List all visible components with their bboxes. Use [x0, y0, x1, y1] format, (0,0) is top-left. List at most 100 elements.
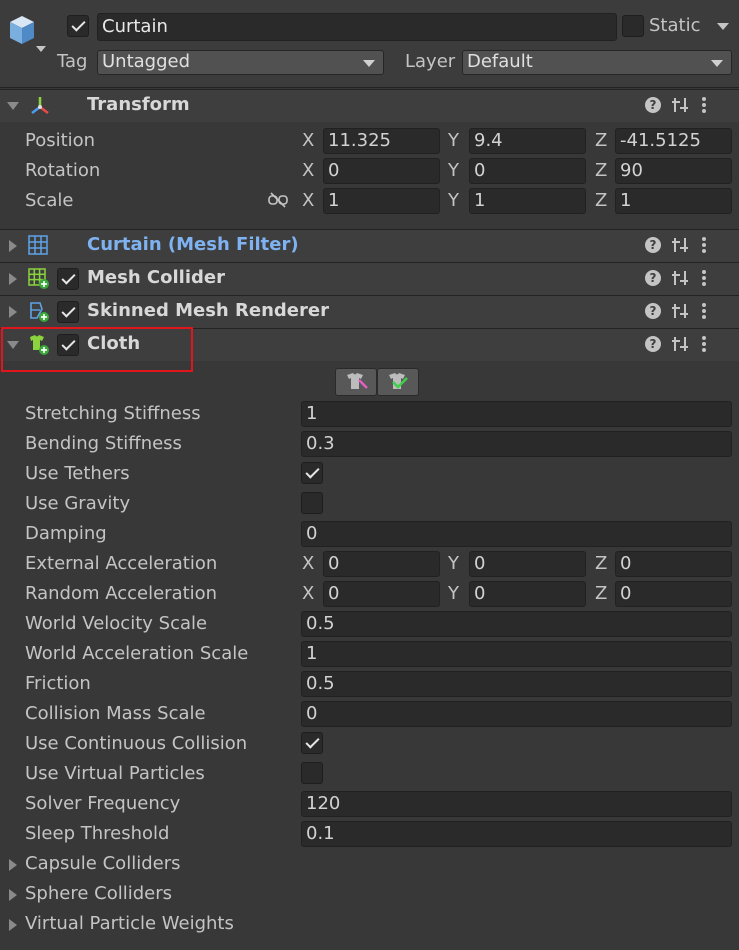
collision-mass-scale-field[interactable]: 0: [301, 701, 732, 727]
layer-dropdown[interactable]: Default: [462, 50, 732, 75]
kebab-menu-icon[interactable]: [701, 236, 707, 254]
transform-axes-icon: [31, 97, 49, 114]
mesh-filter-header[interactable]: Curtain (Mesh Filter) ?: [0, 229, 739, 262]
use-gravity-checkbox[interactable]: [301, 492, 323, 514]
solver-frequency-field[interactable]: 120: [301, 791, 732, 817]
help-icon[interactable]: ?: [645, 237, 661, 253]
gameobject-active-checkbox[interactable]: [67, 15, 89, 37]
foldout-arrow-icon[interactable]: [7, 102, 19, 110]
friction-field[interactable]: 0.5: [301, 671, 732, 697]
friction-label: Friction: [25, 673, 91, 694]
damping-label: Damping: [25, 523, 107, 544]
capsule-colliders-foldout[interactable]: Capsule Colliders: [0, 851, 400, 879]
rotation-y-field[interactable]: 0: [469, 158, 586, 184]
preset-icon[interactable]: [671, 335, 689, 353]
rotation-z-field[interactable]: 90: [615, 158, 732, 184]
use-tethers-checkbox[interactable]: [301, 462, 323, 484]
transform-header[interactable]: Transform ?: [0, 89, 739, 122]
preset-icon[interactable]: [671, 269, 689, 287]
capsule-colliders-label: Capsule Colliders: [25, 853, 181, 874]
scale-y-field[interactable]: 1: [469, 188, 586, 214]
gameobject-name-input[interactable]: Curtain: [97, 13, 617, 41]
chevron-down-icon: [363, 60, 375, 67]
transform-title: Transform: [87, 94, 190, 115]
world-acceleration-scale-field[interactable]: 1: [301, 641, 732, 667]
bending-stiffness-field[interactable]: 0.3: [301, 431, 732, 457]
external-acceleration-z-field[interactable]: 0: [615, 551, 732, 577]
mesh-collider-icon: [28, 268, 49, 289]
use-continuous-collision-checkbox[interactable]: [301, 732, 323, 754]
world-acceleration-scale-label: World Acceleration Scale: [25, 643, 249, 664]
kebab-menu-icon[interactable]: [701, 269, 707, 287]
help-icon[interactable]: ?: [645, 303, 661, 319]
skinned-mesh-renderer-header-icons: ?: [645, 302, 725, 322]
help-icon[interactable]: ?: [645, 97, 661, 113]
axis-x-label: X: [302, 160, 315, 181]
use-tethers-label: Use Tethers: [25, 463, 130, 484]
axis-y-label: Y: [448, 130, 459, 151]
kebab-menu-icon[interactable]: [701, 302, 707, 320]
use-virtual-particles-checkbox[interactable]: [301, 762, 323, 784]
scale-x-field[interactable]: 1: [323, 188, 440, 214]
mesh-collider-header[interactable]: Mesh Collider ?: [0, 262, 739, 295]
help-icon[interactable]: ?: [645, 336, 661, 352]
axis-y-label: Y: [448, 583, 459, 604]
skinned-mesh-renderer-header[interactable]: Skinned Mesh Renderer ?: [0, 295, 739, 328]
static-checkbox[interactable]: [622, 15, 644, 37]
cloth-header-icons: ?: [645, 335, 725, 355]
use-gravity-label: Use Gravity: [25, 493, 131, 514]
use-continuous-collision-label: Use Continuous Collision: [25, 733, 248, 754]
kebab-menu-icon[interactable]: [701, 96, 707, 114]
virtual-particle-weights-foldout[interactable]: Virtual Particle Weights: [0, 911, 400, 939]
scale-z-field[interactable]: 1: [615, 188, 732, 214]
mesh-filter-grid-icon: [28, 235, 48, 255]
sleep-threshold-field[interactable]: 0.1: [301, 821, 732, 847]
stretching-stiffness-field[interactable]: 1: [301, 401, 732, 427]
skinned-mesh-renderer-enabled-checkbox[interactable]: [57, 301, 79, 323]
paint-constraints-icon: [347, 373, 368, 389]
preset-icon[interactable]: [671, 236, 689, 254]
damping-field[interactable]: 0: [301, 521, 732, 547]
external-acceleration-x-field[interactable]: 0: [323, 551, 440, 577]
position-y-field[interactable]: 9.4: [469, 128, 586, 154]
position-z-field[interactable]: -41.5125: [615, 128, 732, 154]
foldout-arrow-icon[interactable]: [9, 273, 17, 285]
axis-z-label: Z: [595, 130, 608, 151]
preset-icon[interactable]: [671, 302, 689, 320]
foldout-arrow-icon[interactable]: [9, 306, 17, 318]
tag-value: Untagged: [102, 51, 191, 72]
axis-x-label: X: [302, 190, 315, 211]
sphere-colliders-foldout[interactable]: Sphere Colliders: [0, 881, 400, 909]
layer-label: Layer: [405, 51, 456, 72]
unlink-scale-icon[interactable]: [268, 192, 288, 208]
position-x-field[interactable]: 11.325: [323, 128, 440, 154]
tag-dropdown[interactable]: Untagged: [97, 50, 384, 75]
rotation-x-field[interactable]: 0: [323, 158, 440, 184]
position-label: Position: [25, 130, 96, 151]
select-particles-button[interactable]: [377, 368, 419, 396]
gameobject-header: Curtain Static Tag Untagged Layer Defaul…: [0, 0, 739, 88]
virtual-particle-weights-label: Virtual Particle Weights: [25, 913, 234, 934]
axis-y-label: Y: [448, 160, 459, 181]
foldout-arrow-icon[interactable]: [9, 240, 17, 252]
skinned-mesh-renderer-icon: [30, 302, 49, 322]
help-icon[interactable]: ?: [645, 270, 661, 286]
cloth-highlight-box: [1, 327, 193, 372]
sphere-colliders-label: Sphere Colliders: [25, 883, 172, 904]
mesh-collider-enabled-checkbox[interactable]: [57, 268, 79, 290]
static-dropdown-arrow[interactable]: [717, 23, 729, 30]
axis-x-label: X: [302, 130, 315, 151]
random-acceleration-y-field[interactable]: 0: [469, 581, 586, 607]
random-acceleration-x-field[interactable]: 0: [323, 581, 440, 607]
gameobject-cube-icon[interactable]: [6, 14, 48, 54]
preset-icon[interactable]: [671, 96, 689, 114]
transform-header-icons: ?: [645, 96, 725, 116]
random-acceleration-z-field[interactable]: 0: [615, 581, 732, 607]
foldout-arrow-icon: [9, 919, 17, 931]
select-particles-icon: [389, 373, 408, 389]
paint-constraints-button[interactable]: [335, 368, 377, 396]
external-acceleration-y-field[interactable]: 0: [469, 551, 586, 577]
kebab-menu-icon[interactable]: [701, 335, 707, 353]
foldout-arrow-icon: [9, 889, 17, 901]
world-velocity-scale-field[interactable]: 0.5: [301, 611, 732, 637]
